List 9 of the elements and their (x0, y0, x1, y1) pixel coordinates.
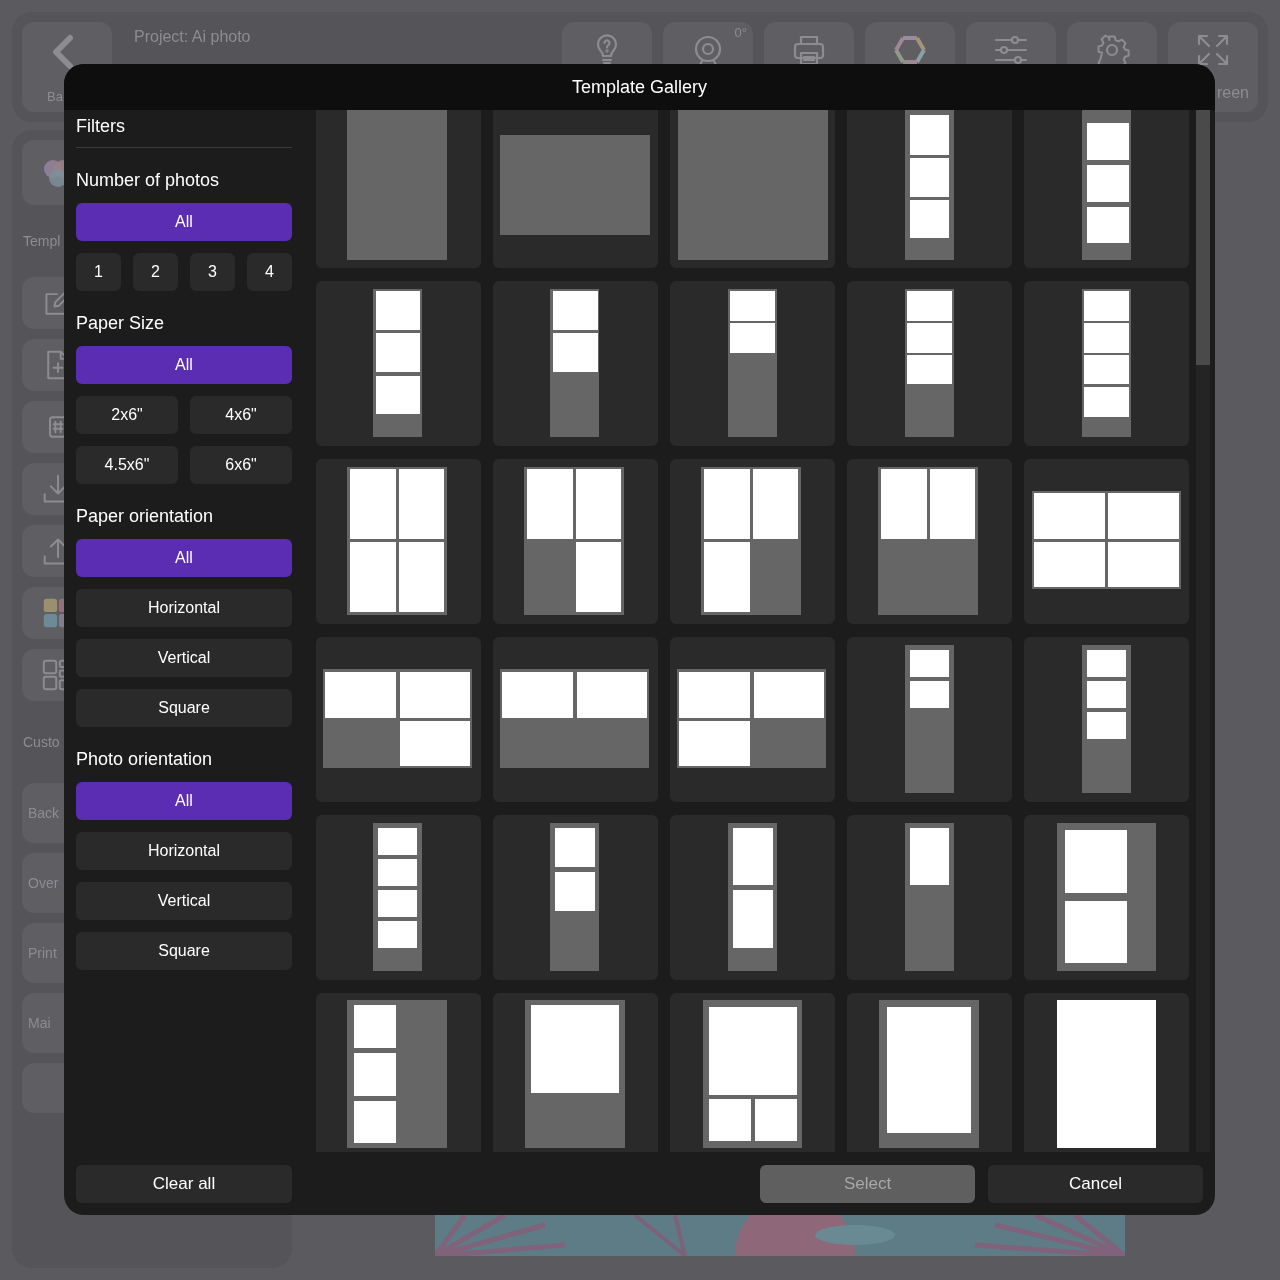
filters-heading: Filters (76, 116, 125, 136)
filter-heading: Paper Size (76, 313, 165, 334)
filter-heading: Number of photos (76, 170, 220, 191)
dialog-title: Template Gallery (571, 76, 708, 98)
project-name: Project: Ai photo (134, 28, 251, 45)
section-heading: Templ (23, 233, 61, 249)
section-heading: Custo (23, 734, 60, 750)
filter-heading: Photo orientation (76, 749, 213, 770)
filter-heading: Paper orientation (76, 506, 214, 527)
